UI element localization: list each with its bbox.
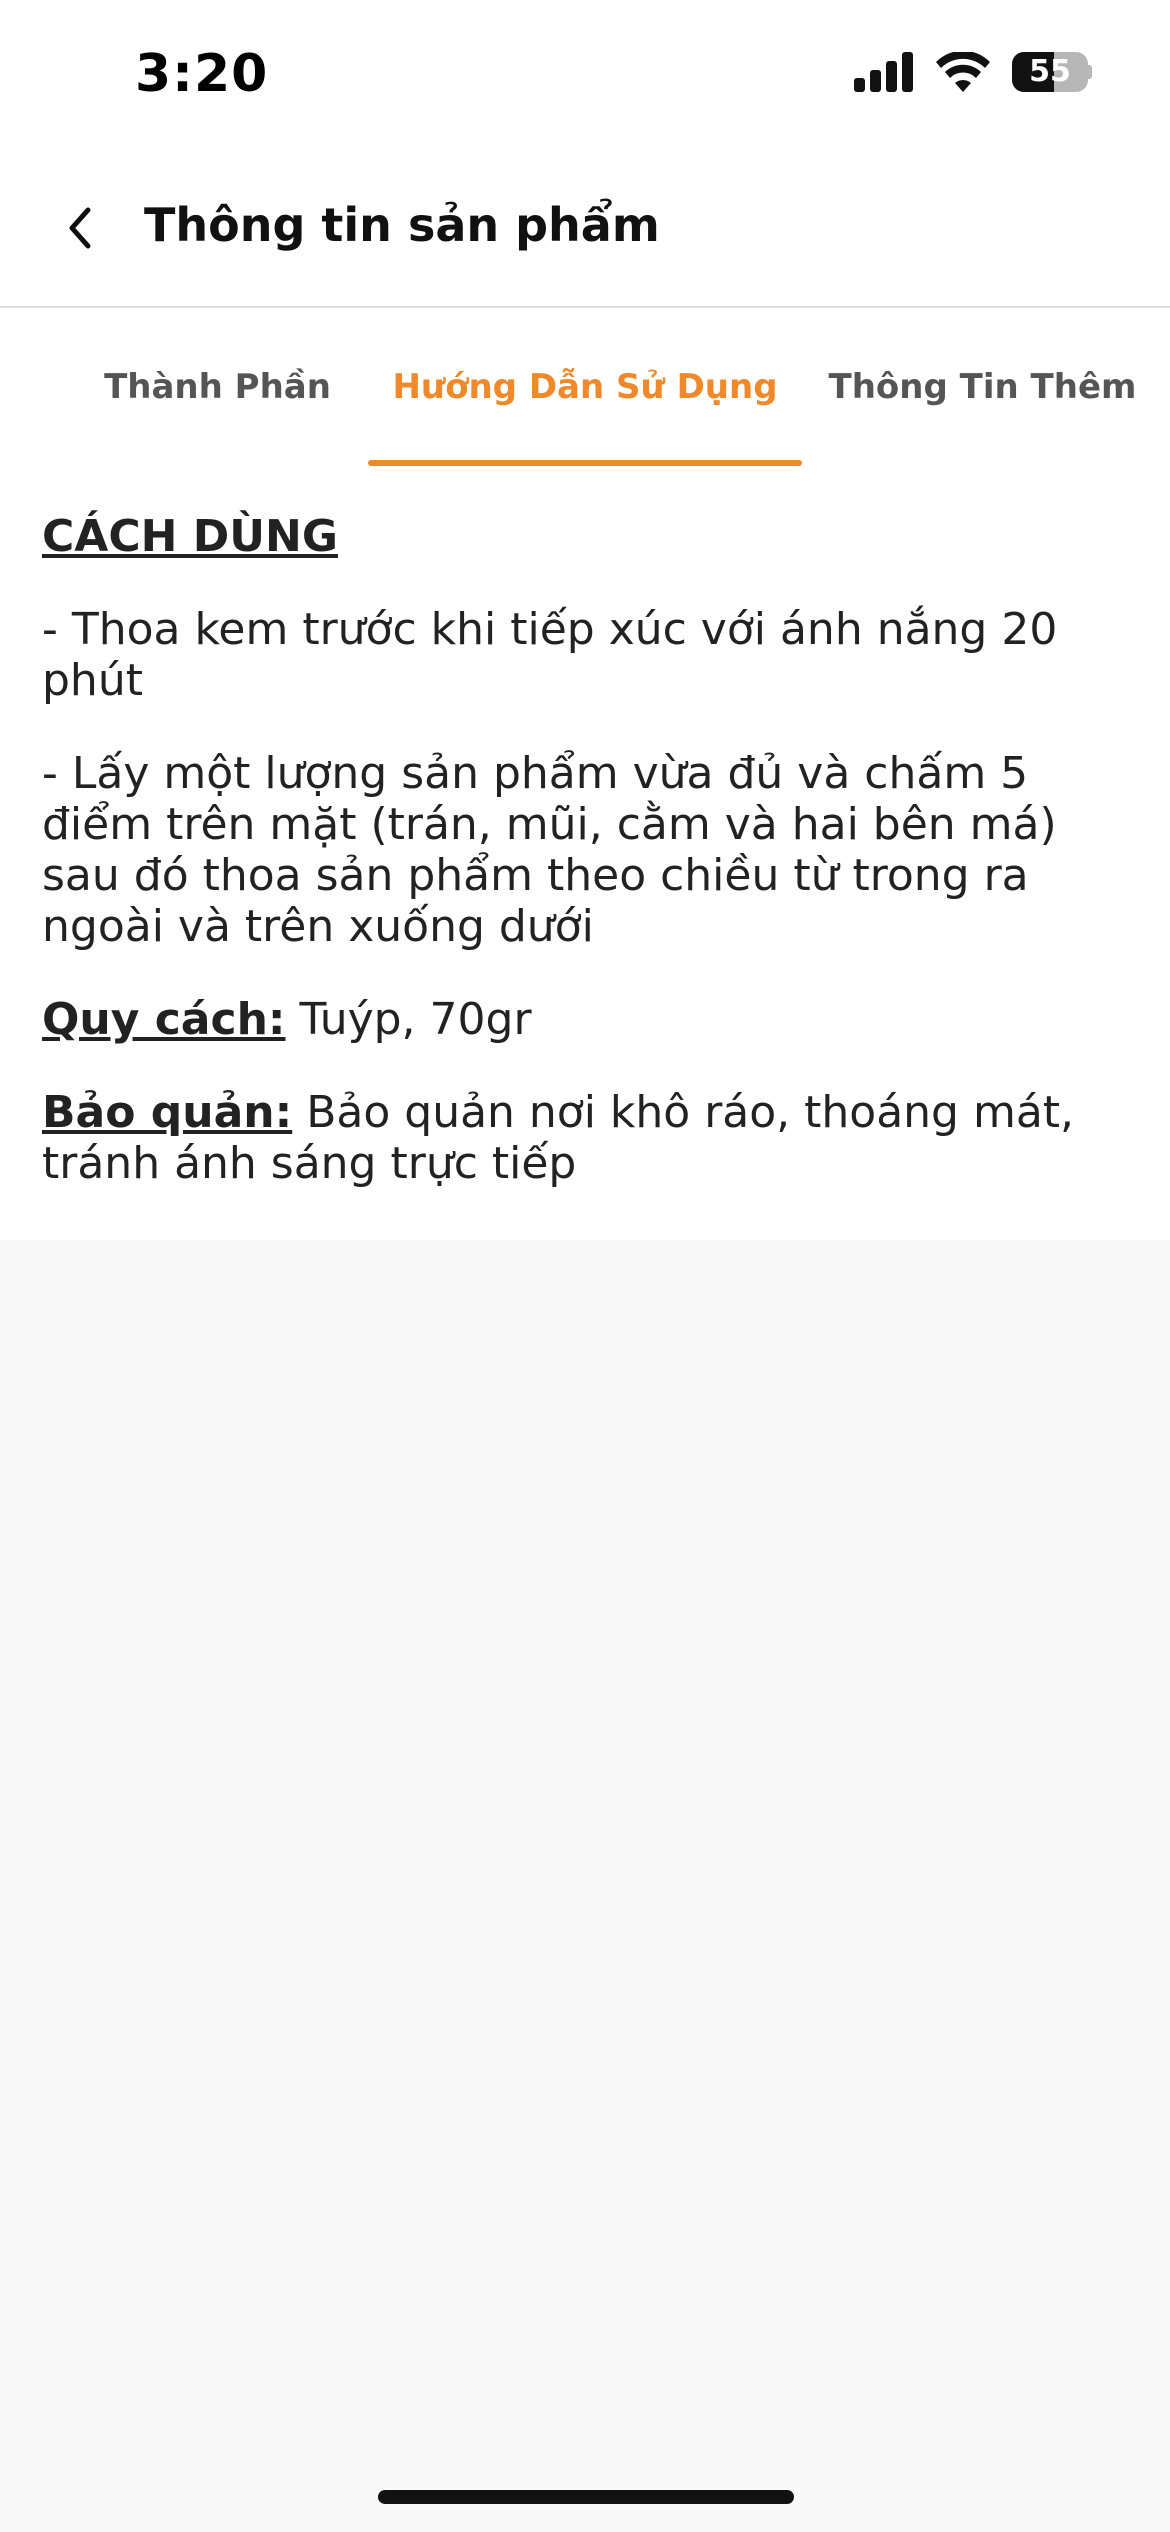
battery-icon: 55 — [1012, 52, 1092, 92]
home-indicator[interactable] — [378, 2490, 794, 2504]
storage-label: Bảo quản: — [42, 1087, 293, 1138]
spec-label: Quy cách: — [42, 994, 286, 1045]
tab-bar: Thành Phần Hướng Dẫn Sử Dụng Thông Tin T… — [0, 308, 1170, 466]
header: Thông tin sản phẩm — [0, 150, 1170, 308]
tab-ingredients[interactable]: Thành Phần — [60, 308, 375, 466]
usage-content: CÁCH DÙNG - Thoa kem trước khi tiếp xúc … — [0, 466, 1170, 1240]
usage-step: - Thoa kem trước khi tiếp xúc với ánh nắ… — [42, 604, 1058, 706]
back-button[interactable] — [40, 188, 120, 268]
status-time: 3:20 — [135, 44, 269, 104]
chevron-left-icon — [69, 207, 91, 249]
tab-more-info[interactable]: Thông Tin Thêm — [810, 308, 1155, 466]
spec-value: Tuýp, 70gr — [285, 994, 532, 1045]
usage-step: - Lấy một lượng sản phẩm vừa đủ và chấm … — [42, 748, 1057, 952]
battery-level: 55 — [1029, 54, 1071, 89]
screen: 3:20 55 Thông tin sản phẩm Thành Phần Hư… — [0, 0, 1170, 2532]
wifi-icon — [936, 52, 990, 92]
spec-line: Quy cách: Tuýp, 70gr — [42, 994, 1128, 1045]
signal-icon — [854, 52, 913, 92]
status-icons: 55 — [854, 52, 1092, 92]
tab-usage-instructions[interactable]: Hướng Dẫn Sử Dụng — [368, 308, 802, 466]
status-bar: 3:20 55 — [0, 0, 1170, 150]
page-title: Thông tin sản phẩm — [144, 198, 660, 252]
section-title: CÁCH DÙNG — [42, 511, 338, 562]
battery-body: 55 — [1012, 52, 1088, 92]
storage-line: Bảo quản: Bảo quản nơi khô ráo, thoáng m… — [42, 1087, 1128, 1189]
battery-tip — [1088, 65, 1092, 79]
